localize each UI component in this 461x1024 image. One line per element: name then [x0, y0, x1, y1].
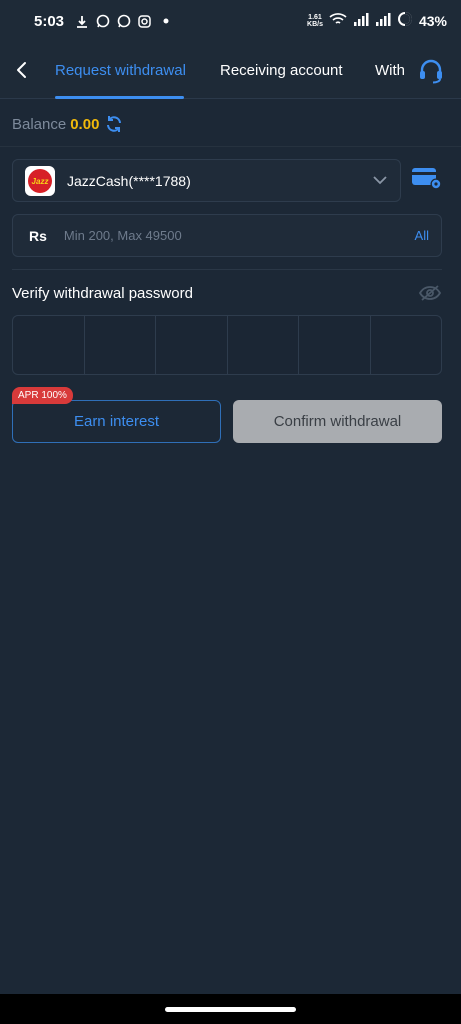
eye-hidden-icon[interactable] [418, 283, 442, 303]
signal-icon-sim1 [353, 12, 369, 31]
password-pin-input[interactable] [12, 315, 442, 375]
confirm-withdrawal-button[interactable]: Confirm withdrawal [233, 400, 442, 443]
balance-label: Balance [12, 115, 67, 133]
pin-digit-box[interactable] [13, 316, 85, 374]
pin-digit-box[interactable] [228, 316, 299, 374]
account-name: JazzCash(****1788) [67, 172, 191, 189]
tab-request-withdrawal[interactable]: Request withdrawal [55, 62, 186, 79]
status-time: 5:03 [34, 12, 65, 30]
wifi-icon [329, 12, 347, 31]
earn-interest-button[interactable]: Earn interest [12, 400, 221, 443]
instagram-icon [137, 14, 152, 29]
signal-icon-sim2 [375, 12, 391, 31]
balance-row: Balance 0.00 [12, 114, 123, 134]
net-speed: 1.61 KB/s [307, 14, 323, 28]
status-bar: 5:03 1.61 KB/s 43% [0, 0, 461, 42]
balance-value: 0.00 [70, 115, 100, 133]
pin-digit-box[interactable] [156, 316, 228, 374]
more-dot-icon [158, 14, 173, 29]
active-tab-indicator [55, 96, 184, 99]
pin-digit-box[interactable] [299, 316, 371, 374]
customer-support-button[interactable] [416, 56, 446, 86]
chevron-down-icon [372, 173, 388, 189]
tab-receiving-account[interactable]: Receiving account [220, 62, 343, 79]
currency-label: Rs [29, 227, 47, 244]
battery-percent: 43% [418, 13, 447, 29]
back-arrow-icon [17, 62, 26, 78]
amount-input[interactable] [63, 228, 415, 243]
card-settings-icon [412, 168, 442, 190]
svg-text:Jazz: Jazz [32, 177, 49, 186]
all-amount-button[interactable]: All [415, 228, 429, 243]
jazzcash-logo: Jazz [25, 165, 55, 196]
pin-digit-box[interactable] [85, 316, 156, 374]
account-selector[interactable]: Jazz JazzCash(****1788) [12, 159, 401, 202]
notification-icons [74, 14, 173, 29]
card-settings-button[interactable] [411, 164, 443, 192]
amount-field: Rs All [12, 214, 442, 257]
headset-icon [420, 59, 442, 84]
whatsapp-icon [95, 14, 110, 29]
whatsapp-business-icon [116, 14, 131, 29]
battery-icon [397, 11, 413, 32]
verify-password-label: Verify withdrawal password [12, 285, 193, 302]
tab-withdrawal-records[interactable]: With [375, 62, 411, 79]
system-icons: 1.61 KB/s 43% [307, 11, 447, 32]
back-button[interactable] [8, 56, 34, 84]
top-nav: Request withdrawal Receiving account Wit… [0, 42, 461, 99]
divider [12, 269, 442, 270]
divider [0, 146, 461, 147]
apr-badge: APR 100% [12, 387, 73, 404]
home-indicator[interactable] [165, 1007, 296, 1012]
download-icon [74, 14, 89, 29]
refresh-icon[interactable] [105, 115, 123, 133]
pin-digit-box[interactable] [371, 316, 442, 374]
